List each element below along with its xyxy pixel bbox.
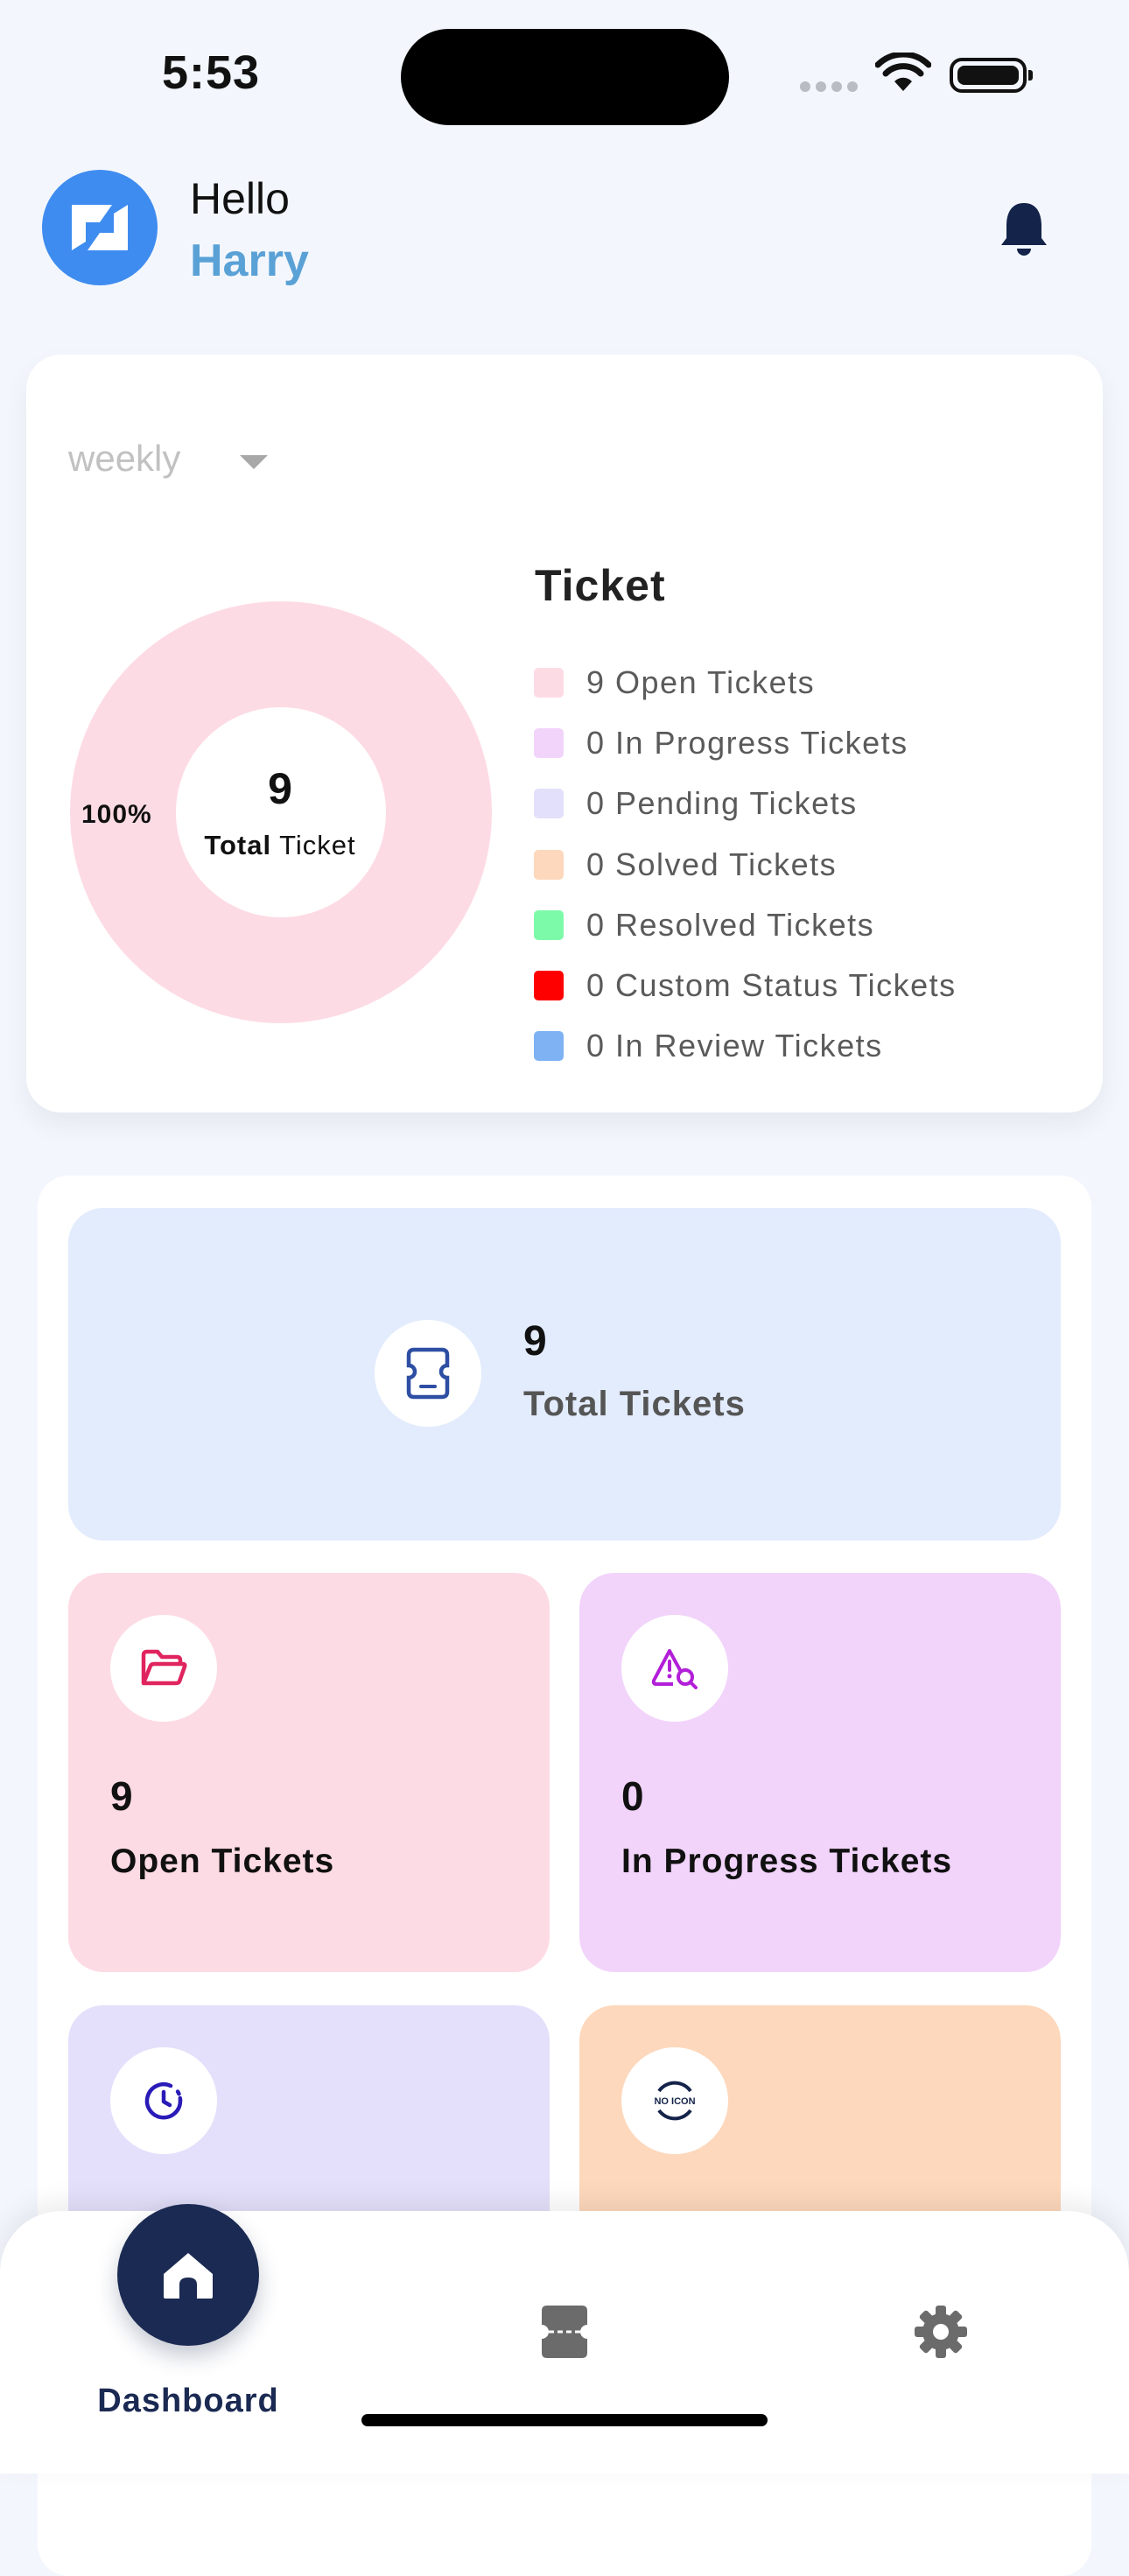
- period-select[interactable]: weekly: [68, 438, 180, 480]
- legend-swatch: [534, 1031, 564, 1062]
- chart-title: Ticket: [535, 561, 666, 610]
- legend-label: 0 Solved Tickets: [586, 846, 838, 882]
- legend-label: 0 Pending Tickets: [586, 785, 858, 822]
- clock-refresh-icon: [144, 2082, 183, 2120]
- legend-label: 0 Resolved Tickets: [586, 906, 875, 943]
- username: Harry: [190, 235, 309, 286]
- total-tickets-label: Total Tickets: [523, 1385, 746, 1423]
- legend-item: 0 Solved Tickets: [534, 834, 957, 895]
- legend-label: 9 Open Tickets: [586, 663, 816, 700]
- open-tickets-icon-circle: [110, 1615, 217, 1722]
- chevron-down-icon[interactable]: [240, 455, 268, 469]
- wifi-icon: [875, 53, 931, 91]
- donut-center-label: Total Ticket: [175, 830, 385, 861]
- notification-bell-icon[interactable]: [998, 200, 1050, 256]
- legend-swatch: [534, 789, 564, 819]
- legend-item: 0 Pending Tickets: [534, 774, 957, 834]
- total-tickets-value: 9: [523, 1318, 547, 1365]
- open-tickets-label: Open Tickets: [110, 1843, 335, 1880]
- legend-swatch: [534, 971, 564, 1001]
- in-progress-icon-circle: [621, 1615, 728, 1722]
- in-progress-tickets-tile[interactable]: 0 In Progress Tickets: [579, 1573, 1061, 1972]
- folder-open-icon: [141, 1649, 187, 1686]
- legend-swatch: [534, 909, 564, 940]
- warning-search-icon: [651, 1649, 698, 1689]
- battery-icon: [950, 58, 1033, 93]
- cellular-icon: [800, 81, 863, 96]
- no-icon-badge-text: NO ICON: [654, 2096, 695, 2107]
- no-icon-badge: NO ICON: [654, 2081, 696, 2121]
- nav-dashboard-button[interactable]: [117, 2204, 259, 2346]
- donut-center-label-rest: Ticket: [271, 830, 356, 860]
- legend-swatch: [534, 667, 564, 698]
- slice-percent-label: 100%: [81, 800, 152, 829]
- ticket-icon-circle: [375, 1320, 481, 1427]
- nav-tickets-icon[interactable]: [540, 2304, 589, 2360]
- legend-item: 0 Custom Status Tickets: [534, 955, 957, 1015]
- legend-item: 0 In Review Tickets: [534, 1016, 957, 1077]
- chart-legend: 9 Open Tickets 0 In Progress Tickets 0 P…: [534, 652, 957, 1077]
- legend-item: 0 Resolved Tickets: [534, 895, 957, 955]
- greeting: Hello: [190, 174, 290, 223]
- nav-settings-gear-icon[interactable]: [913, 2304, 969, 2360]
- legend-label: 0 In Review Tickets: [586, 1028, 883, 1064]
- in-progress-tickets-label: In Progress Tickets: [621, 1843, 953, 1880]
- open-tickets-tile[interactable]: 9 Open Tickets: [68, 1573, 550, 1972]
- legend-swatch: [534, 727, 564, 758]
- total-tickets-card[interactable]: [68, 1208, 1061, 1541]
- brand-logo-icon: [72, 205, 128, 250]
- open-tickets-value: 9: [110, 1773, 133, 1819]
- legend-label: 0 In Progress Tickets: [586, 724, 908, 761]
- dynamic-island: [401, 29, 729, 125]
- legend-item: 9 Open Tickets: [534, 652, 957, 712]
- legend-item: 0 In Progress Tickets: [534, 712, 957, 773]
- ticket-icon: [406, 1347, 450, 1400]
- donut-center-label-bold: Total: [204, 830, 272, 860]
- status-time: 5:53: [162, 46, 261, 99]
- legend-swatch: [534, 849, 564, 880]
- donut-center-value: 9: [268, 764, 292, 813]
- home-icon: [164, 2253, 213, 2299]
- home-indicator: [361, 2414, 768, 2426]
- no-icon-circle: NO ICON: [621, 2047, 728, 2154]
- legend-label: 0 Custom Status Tickets: [586, 967, 957, 1004]
- nav-dashboard-label[interactable]: Dashboard: [53, 2383, 324, 2420]
- pending-icon-circle: [110, 2047, 217, 2154]
- in-progress-tickets-value: 0: [621, 1773, 644, 1819]
- avatar[interactable]: [42, 170, 158, 285]
